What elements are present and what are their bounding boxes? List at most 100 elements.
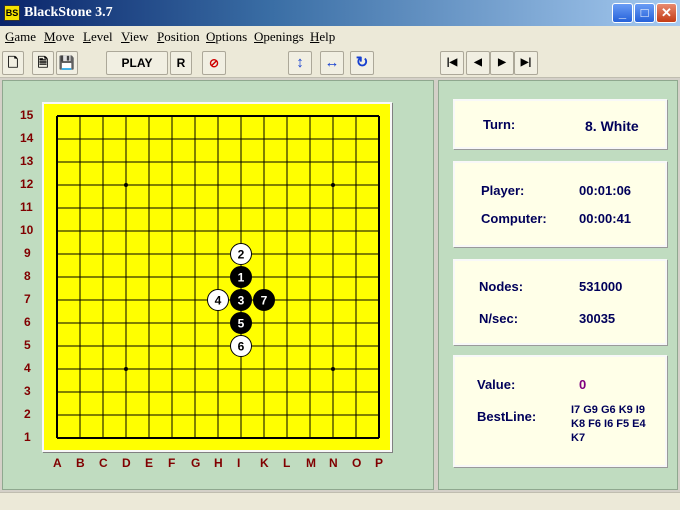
- row-label: 6: [24, 315, 31, 329]
- row-label: 5: [24, 338, 31, 352]
- computer-label: Computer:: [481, 211, 547, 226]
- turn-box: Turn: 8. White: [453, 99, 667, 149]
- menu-game[interactable]: Game: [5, 29, 36, 45]
- row-label: 14: [20, 131, 34, 145]
- window-title: BlackStone 3.7: [24, 5, 113, 20]
- column-label: D: [122, 456, 131, 470]
- column-label: K: [260, 456, 269, 470]
- app-icon: BS: [4, 5, 20, 21]
- play-button[interactable]: PLAY: [106, 51, 168, 75]
- first-move-button[interactable]: |◀: [440, 51, 464, 75]
- step-back-icon: ◀: [474, 57, 482, 68]
- rotate-icon: ↻: [355, 54, 369, 71]
- menu-position[interactable]: Position: [157, 29, 200, 45]
- game-board[interactable]: 1 2 3 4 5 6 7: [42, 102, 392, 452]
- stone-number: 7: [261, 294, 268, 308]
- turn-value: 8. White: [585, 118, 639, 134]
- document-icon: 🗎: [37, 55, 49, 70]
- title-bar: BS BlackStone 3.7 _ □ ✕: [0, 0, 680, 26]
- save-icon: 💾: [58, 55, 76, 70]
- stone-number: 4: [215, 294, 222, 308]
- row-label: 9: [24, 246, 31, 260]
- rotate-button[interactable]: ↻: [350, 51, 374, 75]
- stone-number: 3: [238, 294, 245, 308]
- stone-black: 5: [230, 312, 252, 334]
- stone-white: 6: [230, 335, 252, 357]
- menu-move[interactable]: Move: [44, 29, 74, 45]
- star-point: [124, 367, 128, 371]
- new-file-icon: 🗋: [7, 55, 19, 70]
- computer-time: 00:00:41: [579, 211, 632, 226]
- last-move-button[interactable]: ▶|: [514, 51, 538, 75]
- skip-forward-icon: ▶|: [520, 57, 532, 68]
- prev-move-button[interactable]: ◀: [466, 51, 490, 75]
- menu-view[interactable]: View: [121, 29, 148, 45]
- column-label: P: [375, 456, 384, 470]
- bestline-value: I7 G9 G6 K9 I9 K8 F6 I6 F5 E4 K7: [571, 404, 646, 444]
- close-button[interactable]: ✕: [656, 3, 677, 23]
- column-label: C: [99, 456, 108, 470]
- stone-black: 3: [230, 289, 252, 311]
- column-label: H: [214, 456, 223, 470]
- stone-number: 1: [238, 271, 245, 285]
- step-forward-icon: ▶: [498, 57, 506, 68]
- row-label: 1: [24, 430, 31, 444]
- vertical-arrows-icon: ↕: [296, 54, 304, 71]
- row-label: 2: [24, 407, 31, 421]
- column-label: I: [237, 456, 241, 470]
- row-label: 12: [20, 177, 34, 191]
- row-label: 7: [24, 292, 31, 306]
- save-button[interactable]: 💾: [56, 51, 78, 75]
- stone-black: 7: [253, 289, 275, 311]
- stop-button[interactable]: ⊘: [202, 51, 226, 75]
- menu-options[interactable]: Options: [206, 29, 247, 45]
- stone-white: 2: [230, 243, 252, 265]
- toolbar: 🗋 🗎 💾 PLAY R ⊘ ↕ ↔ ↻ |◀ ◀ ▶ ▶|: [0, 46, 680, 78]
- menu-openings[interactable]: Openings: [254, 29, 304, 45]
- star-point: [331, 367, 335, 371]
- column-label: E: [145, 456, 154, 470]
- open-button[interactable]: 🗎: [32, 51, 54, 75]
- minimize-button[interactable]: _: [612, 3, 633, 23]
- flip-vertical-button[interactable]: ↕: [288, 51, 312, 75]
- bestline-label: BestLine:: [477, 409, 537, 424]
- menu-level[interactable]: Level: [83, 29, 113, 45]
- nsec-value: 30035: [579, 311, 616, 326]
- nodes-value: 531000: [579, 279, 623, 294]
- value-value: 0: [579, 377, 587, 392]
- column-label: M: [306, 456, 316, 470]
- stone-number: 2: [238, 248, 245, 262]
- board-grid[interactable]: 1 2 3 4 5 6 7: [44, 104, 390, 450]
- column-label: O: [352, 456, 362, 470]
- flip-horizontal-button[interactable]: ↔: [320, 51, 344, 75]
- column-label: A: [53, 456, 62, 470]
- row-label: 8: [24, 269, 31, 283]
- next-move-button[interactable]: ▶: [490, 51, 514, 75]
- stone-white: 4: [207, 289, 229, 311]
- column-label: G: [191, 456, 201, 470]
- turn-label: Turn:: [483, 117, 516, 132]
- horizontal-arrows-icon: ↔: [324, 54, 340, 71]
- stone-black: 1: [230, 266, 252, 288]
- menu-bar: Game Move Level View Position Options Op…: [0, 26, 680, 46]
- status-bar: [0, 492, 680, 510]
- row-label: 13: [20, 154, 34, 168]
- maximize-button[interactable]: □: [634, 3, 655, 23]
- row-label: 15: [20, 108, 34, 122]
- new-game-button[interactable]: 🗋: [2, 51, 24, 75]
- nsec-label: N/sec:: [479, 311, 519, 326]
- star-point: [124, 183, 128, 187]
- stone-number: 5: [238, 317, 245, 331]
- star-point: [331, 183, 335, 187]
- column-label: N: [329, 456, 338, 470]
- value-label: Value:: [477, 377, 516, 392]
- player-time: 00:01:06: [579, 183, 632, 198]
- r-button[interactable]: R: [170, 51, 192, 75]
- column-label: F: [168, 456, 176, 470]
- stop-icon: ⊘: [208, 56, 220, 70]
- skip-back-icon: |◀: [446, 57, 458, 68]
- time-box: Player: 00:01:06 Computer: 00:00:41: [453, 161, 667, 247]
- column-label: L: [283, 456, 291, 470]
- row-label: 4: [24, 361, 31, 375]
- menu-help[interactable]: Help: [310, 29, 335, 45]
